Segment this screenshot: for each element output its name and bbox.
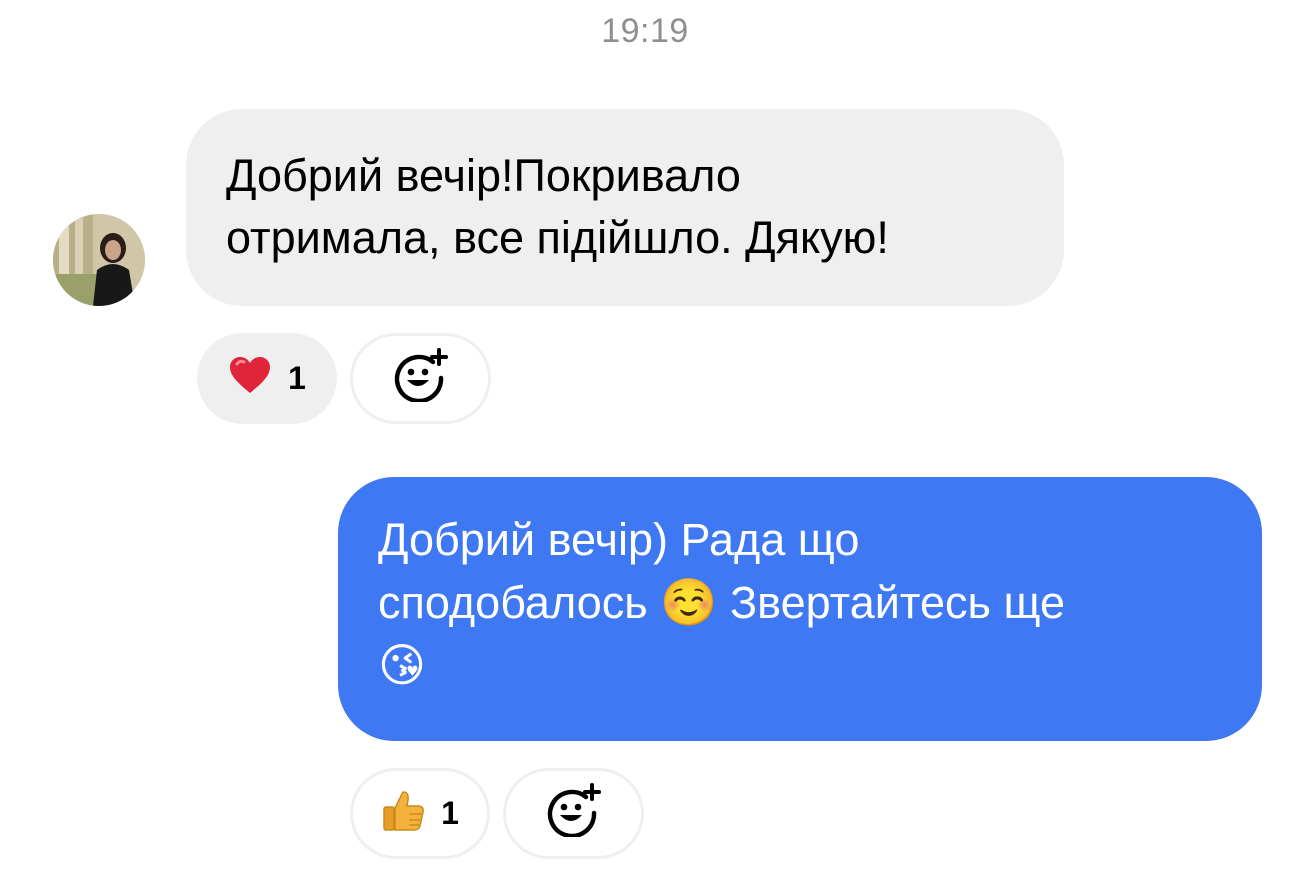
incoming-message-bubble[interactable]: Добрий вечір!Покривало отримала, все під… <box>186 109 1064 306</box>
heart-icon <box>228 355 272 403</box>
reaction-heart-chip[interactable]: 1 <box>197 333 337 424</box>
message-text-line: отримала, все підійшло. Дякую! <box>226 212 889 263</box>
kiss-face-emoji: 😘 <box>378 638 426 692</box>
message-text-line: Добрий вечір) Рада що <box>378 514 860 565</box>
add-reaction-icon <box>546 782 602 845</box>
message-text-line: сподобалось ☺️ Звертайтесь ще <box>378 575 1066 629</box>
thumbs-up-icon <box>381 788 425 840</box>
add-reaction-button[interactable] <box>503 768 644 859</box>
reaction-thumbs-up-chip[interactable]: 1 <box>350 768 490 859</box>
smiling-face-emoji: ☺️ <box>660 575 718 629</box>
reaction-count: 1 <box>288 360 306 396</box>
reaction-count: 1 <box>441 795 459 831</box>
add-reaction-button[interactable] <box>350 333 491 424</box>
sender-avatar[interactable] <box>53 214 145 306</box>
add-reaction-icon <box>393 347 449 410</box>
message-timestamp: 19:19 <box>601 12 689 50</box>
message-text-line: Добрий вечір!Покривало <box>226 150 741 201</box>
outgoing-message-bubble[interactable]: Добрий вечір) Рада що сподобалось ☺️ Зве… <box>338 477 1262 741</box>
message-text-line: 😘 <box>378 634 1222 697</box>
